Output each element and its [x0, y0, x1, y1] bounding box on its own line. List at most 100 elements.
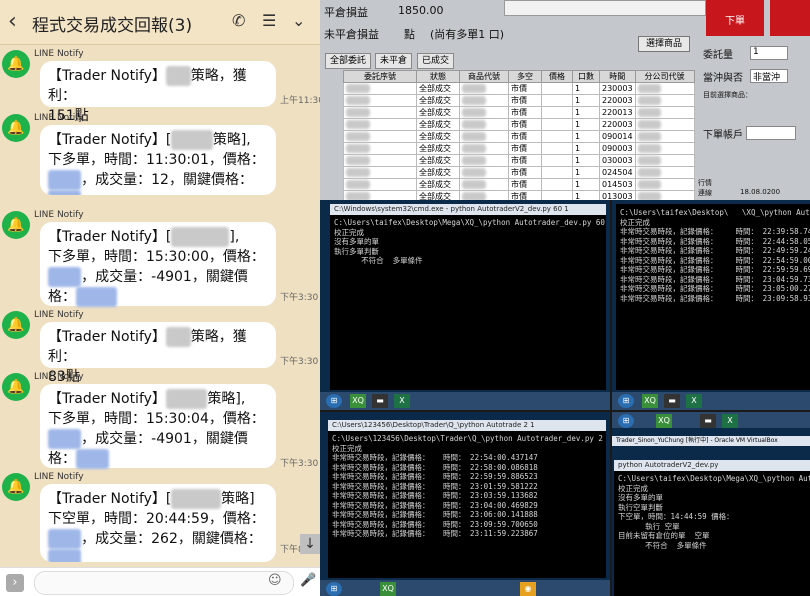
price-cell: [541, 154, 573, 167]
table-row[interactable]: xxxxx全部成交xxxxx市價1024504xxxxx: [343, 166, 695, 179]
message-time: 下午3:30: [280, 459, 319, 469]
console-line: C:\Users\taifex\Desktop\ \XQ_\python Aut…: [620, 208, 810, 217]
message-time: 下午3:30: [280, 293, 319, 303]
table-row[interactable]: xxxxx全部成交xxxxx市價1220003xxxxx: [343, 118, 695, 131]
table-row[interactable]: xxxxx全部成交xxxxx市價1230003xxxxx: [343, 82, 695, 95]
product-cell: xxxxx: [459, 82, 509, 95]
sell-button[interactable]: 下單: [706, 0, 764, 36]
message-bubble[interactable]: 【Trader Notify】xxxxx策略], 下多單，時間：15:30:04…: [40, 384, 276, 469]
console-line: 校正完成: [618, 483, 648, 493]
xq-app-icon[interactable]: XQ: [350, 394, 366, 408]
tab-open-positions[interactable]: 未平倉: [375, 53, 413, 69]
product-cell: xxxxx: [459, 142, 509, 155]
table-row[interactable]: xxxxx全部成交xxxxx市價1090003xxxxx: [343, 142, 695, 155]
day-trade-select[interactable]: 非當沖: [750, 69, 788, 83]
price-cell: [541, 106, 573, 119]
mic-icon[interactable]: 🎤: [300, 573, 316, 588]
side-cell: 市價: [508, 82, 542, 95]
xq-app-icon[interactable]: XQ: [642, 394, 658, 408]
excel-icon[interactable]: X: [686, 394, 702, 408]
time-cell: 220013: [599, 106, 636, 119]
account-label: 下單帳戶: [703, 130, 743, 141]
start-icon[interactable]: ⊞: [326, 394, 342, 408]
order-id-cell: xxxxx: [343, 94, 417, 107]
message-bubble[interactable]: 【Trader Notify】xxx策略，獲利： 151點: [40, 61, 276, 124]
pnl-value: 1850.00: [398, 4, 444, 17]
lots-cell: 1: [572, 82, 600, 95]
start-icon[interactable]: ⊞: [326, 582, 342, 596]
console-line: 非常時交易時段，記錄價格： 時間： 23:09:59.700650: [332, 519, 538, 529]
select-product-button[interactable]: 選擇商品: [638, 36, 690, 52]
scroll-down-icon[interactable]: ↓: [300, 534, 320, 554]
price-cell: [541, 94, 573, 107]
time-cell: 090003: [599, 142, 636, 155]
time-cell: 030003: [599, 154, 636, 167]
console-title: C:\Users\123456\Desktop\Trader\Q_\python…: [328, 420, 606, 431]
chevron-down-icon[interactable]: ⌄: [292, 11, 305, 30]
menu-icon[interactable]: ☰: [262, 11, 276, 30]
branch-cell: xxxxx: [634, 154, 695, 167]
phone-icon[interactable]: ✆: [232, 11, 245, 30]
console-line: 非常時交易時段，記錄價格： 時間： 22:44:58.055822: [620, 236, 810, 246]
console-line: 非常時交易時段，記錄價格： 時間： 23:03:59.133682: [332, 491, 538, 500]
xq-app-icon[interactable]: XQ: [656, 414, 672, 428]
branch-cell: xxxxx: [634, 166, 695, 179]
table-row[interactable]: xxxxx全部成交xxxxx市價1014503xxxxx: [343, 178, 695, 191]
message-bubble[interactable]: 【Trader Notify】[xxxxxx策略] 下空單，時間：20:44:5…: [40, 484, 276, 562]
buy-button[interactable]: [770, 0, 810, 36]
cmd-icon[interactable]: ▬: [700, 414, 716, 428]
taskbar: ⊞ XQ ▬ X: [320, 392, 610, 410]
desktop-bottom-left: C:\Users\123456\Desktop\Trader\Q_\python…: [320, 412, 610, 596]
vm-title: Trader_Sinon_YuChung [執行中] - Oracle VM V…: [612, 436, 810, 446]
message-bubble[interactable]: 【Trader Notify】xxx策略，獲利： 83點: [40, 322, 276, 385]
sender-name: LINE Notify: [34, 49, 84, 59]
tab-all-orders[interactable]: 全部委託: [325, 53, 372, 69]
console-window-4[interactable]: python AutotraderV2_dev.py C:\Users\taif…: [614, 460, 810, 596]
console-window-3[interactable]: C:\Users\123456\Desktop\Trader\Q_\python…: [328, 420, 606, 578]
xq-app-icon[interactable]: XQ: [380, 582, 396, 596]
bell-icon: 🔔: [2, 50, 30, 78]
cmd-icon[interactable]: ▬: [372, 394, 388, 408]
console-line: C:\Users\taifex\Desktop\Mega\XQ_\python …: [618, 474, 810, 483]
table-row[interactable]: xxxxx全部成交xxxxx市價1013003xxxxx: [343, 190, 695, 200]
order-table: 委託序號 狀態 商品代號 多空 價格 口數 時間 分公司代號 xxxxx全部成交…: [343, 70, 695, 200]
console-line: 不符合 多單條件: [334, 256, 423, 265]
price-cell: [541, 142, 573, 155]
branch-cell: xxxxx: [634, 142, 695, 155]
side-cell: 市價: [508, 154, 542, 167]
chrome-icon[interactable]: ◉: [520, 582, 536, 596]
bell-icon: 🔔: [2, 114, 30, 142]
console-line: C:\Users\123456\Desktop\Trader\Q_\python…: [332, 434, 606, 443]
chat-header: ‹ 程式交易成交回報(3) ✆ ☰ ⌄: [0, 0, 320, 45]
chevron-left-icon[interactable]: ‹: [8, 9, 17, 34]
console-window-1[interactable]: C:\Windows\system32\cmd.exe - python Aut…: [330, 204, 606, 390]
order-qty-input[interactable]: 1: [750, 46, 788, 60]
tab-filled[interactable]: 已成交: [417, 53, 455, 69]
account-select[interactable]: [746, 126, 796, 140]
taskbar: ⊞ XQ ▬ X: [612, 392, 810, 410]
product-cell: xxxxx: [459, 94, 509, 107]
message-input[interactable]: [34, 571, 294, 595]
table-row[interactable]: xxxxx全部成交xxxxx市價1090014xxxxx: [343, 130, 695, 143]
start-icon[interactable]: ⊞: [618, 394, 634, 408]
message-bubble[interactable]: 【Trader Notify】[xxxxx策略], 下多單，時間：11:30:0…: [40, 125, 276, 195]
start-icon[interactable]: ⊞: [618, 414, 634, 428]
time-cell: 013003: [599, 190, 636, 200]
cmd-icon[interactable]: ▬: [664, 394, 680, 408]
expand-icon[interactable]: ›: [6, 574, 24, 592]
console-window-2[interactable]: C:\Users\taifex\Desktop\ \XQ_\python Aut…: [616, 204, 810, 390]
branch-cell: xxxxx: [634, 82, 695, 95]
status-cell: 全部成交: [416, 154, 460, 167]
table-row[interactable]: xxxxx全部成交xxxxx市價1220003xxxxx: [343, 94, 695, 107]
console-line: 非常時交易時段，記錄價格： 時間： 22:59:59.698772: [620, 265, 810, 274]
message-bubble[interactable]: 【Trader Notify】[xxxxxxx], 下多單，時間：15:30:0…: [40, 222, 276, 307]
table-row[interactable]: xxxxx全部成交xxxxx市價1030003xxxxx: [343, 154, 695, 167]
excel-icon[interactable]: X: [394, 394, 410, 408]
order-id-cell: xxxxx: [343, 82, 417, 95]
excel-icon[interactable]: X: [722, 414, 738, 428]
current-product-label: 目前選擇商品：: [703, 91, 752, 99]
unrealized-value: 點: [404, 28, 415, 41]
emoji-icon[interactable]: ☺: [268, 573, 282, 588]
status-cell: 全部成交: [416, 190, 460, 200]
table-row[interactable]: xxxxx全部成交xxxxx市價1220013xxxxx: [343, 106, 695, 119]
